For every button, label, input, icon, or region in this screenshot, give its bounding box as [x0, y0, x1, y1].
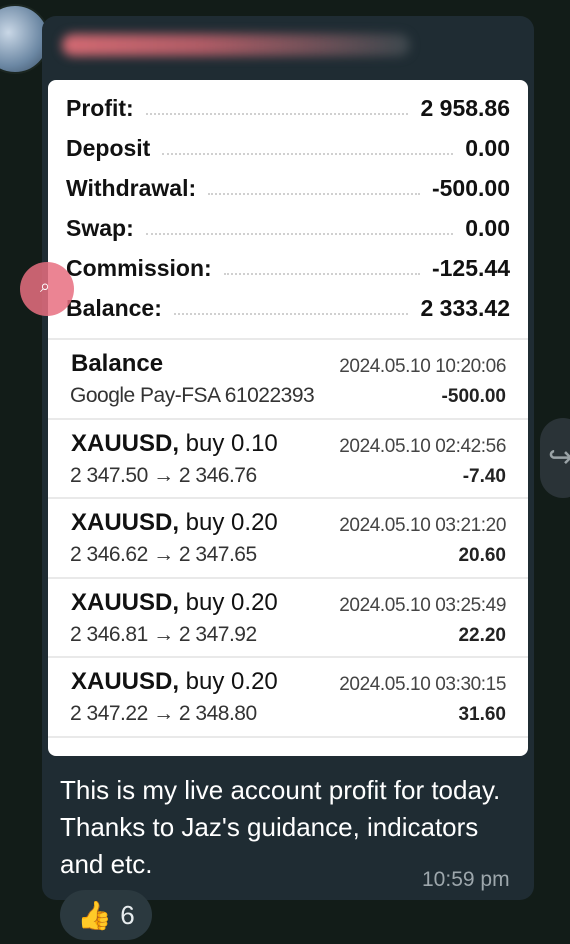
summary-dots [145, 221, 454, 235]
summary-dots [162, 141, 454, 155]
deal-type: buy 0.20 [179, 668, 278, 695]
deal-row: XAUUSD, buy 0.10 2 347.50 → 2 346.76 202… [48, 420, 528, 498]
summary-label: Balance: [66, 294, 162, 321]
deal-symbol: Balance [71, 350, 164, 377]
deal-row: XAUUSD, buy 0.20 2 347.22 → 2 348.80 202… [48, 658, 528, 736]
deal-subtitle: 2 347.22 → 2 348.80 [70, 702, 257, 725]
deal-time: 2024.05.10 10:20:06 [339, 356, 506, 377]
summary-value: 2 333.42 [420, 294, 510, 321]
summary-value: 0.00 [465, 134, 510, 161]
search-icon[interactable]: ⌕ [20, 262, 74, 316]
deal-amount: 22.20 [458, 625, 506, 646]
summary-row-deposit: Deposit 0.00 [66, 128, 510, 168]
divider [48, 736, 528, 738]
deal-row: XAUUSD, buy 0.20 2 346.62 → 2 347.65 202… [48, 499, 528, 577]
reaction-thumbs-up[interactable]: 👍 6 [60, 890, 152, 940]
summary-dots [173, 301, 409, 315]
summary-dots [145, 101, 409, 115]
deal-type: buy 0.20 [179, 589, 278, 616]
summary-label: Commission: [66, 254, 212, 281]
deal-subtitle: 2 346.62 → 2 347.65 [70, 543, 257, 566]
deal-title: XAUUSD, buy 0.20 [71, 668, 278, 696]
deal-symbol: XAUUSD, [71, 668, 180, 695]
summary-value: -125.44 [431, 254, 510, 281]
deal-amount: -7.40 [462, 466, 506, 487]
deal-title: XAUUSD, buy 0.20 [71, 589, 278, 617]
summary-dots [208, 181, 420, 195]
attached-screenshot[interactable]: Profit: 2 958.86 Deposit 0.00 Withdrawal… [48, 80, 528, 756]
deal-subtitle: 2 346.81 → 2 347.92 [70, 623, 257, 646]
deal-row: Balance Google Pay-FSA 61022393 2024.05.… [48, 340, 528, 418]
message-timestamp: 10:59 pm [422, 868, 510, 891]
summary-label: Profit: [66, 94, 134, 121]
reaction-count: 6 [120, 899, 135, 930]
summary-value: 2 958.86 [420, 94, 510, 121]
cut-off-deal-row [70, 746, 510, 756]
message-text: This is my live account profit for today… [60, 775, 501, 879]
deal-title: XAUUSD, buy 0.20 [71, 509, 278, 537]
summary-label: Swap: [66, 214, 134, 241]
summary-value: 0.00 [465, 214, 510, 241]
deal-time: 2024.05.10 03:21:20 [339, 515, 506, 536]
deal-time: 2024.05.10 02:42:56 [339, 436, 506, 457]
summary-row-swap: Swap: 0.00 [66, 208, 510, 248]
deal-title: XAUUSD, buy 0.10 [71, 430, 278, 458]
deal-row: XAUUSD, buy 0.20 2 346.81 → 2 347.92 202… [48, 579, 528, 657]
summary-label: Deposit [66, 134, 151, 161]
deal-amount: 20.60 [458, 545, 506, 566]
summary-label: Withdrawal: [66, 174, 197, 201]
deal-symbol: XAUUSD, [71, 589, 180, 616]
deal-type: buy 0.10 [179, 430, 278, 457]
summary-row-commission: Commission: -125.44 [66, 248, 510, 288]
share-icon[interactable]: ↪ [540, 418, 570, 498]
summary-row-balance: Balance: 2 333.42 [66, 288, 510, 328]
summary-row-withdrawal: Withdrawal: -500.00 [66, 168, 510, 208]
deal-amount: -500.00 [441, 386, 506, 407]
deal-amount: 31.60 [458, 704, 506, 725]
thumbs-up-icon: 👍 [77, 899, 113, 931]
deal-title: Balance [71, 350, 163, 378]
deal-time: 2024.05.10 03:30:15 [339, 674, 506, 695]
sender-name-redacted [62, 34, 410, 56]
deal-symbol: XAUUSD, [71, 509, 180, 536]
summary-dots [223, 261, 420, 275]
deal-subtitle: Google Pay-FSA 61022393 [70, 384, 315, 407]
deal-subtitle: 2 347.50 → 2 346.76 [70, 464, 257, 487]
summary-value: -500.00 [431, 174, 510, 201]
summary-row-profit: Profit: 2 958.86 [66, 88, 510, 128]
deal-time: 2024.05.10 03:25:49 [339, 595, 506, 616]
deal-type: buy 0.20 [179, 509, 278, 536]
deal-symbol: XAUUSD, [71, 430, 180, 457]
